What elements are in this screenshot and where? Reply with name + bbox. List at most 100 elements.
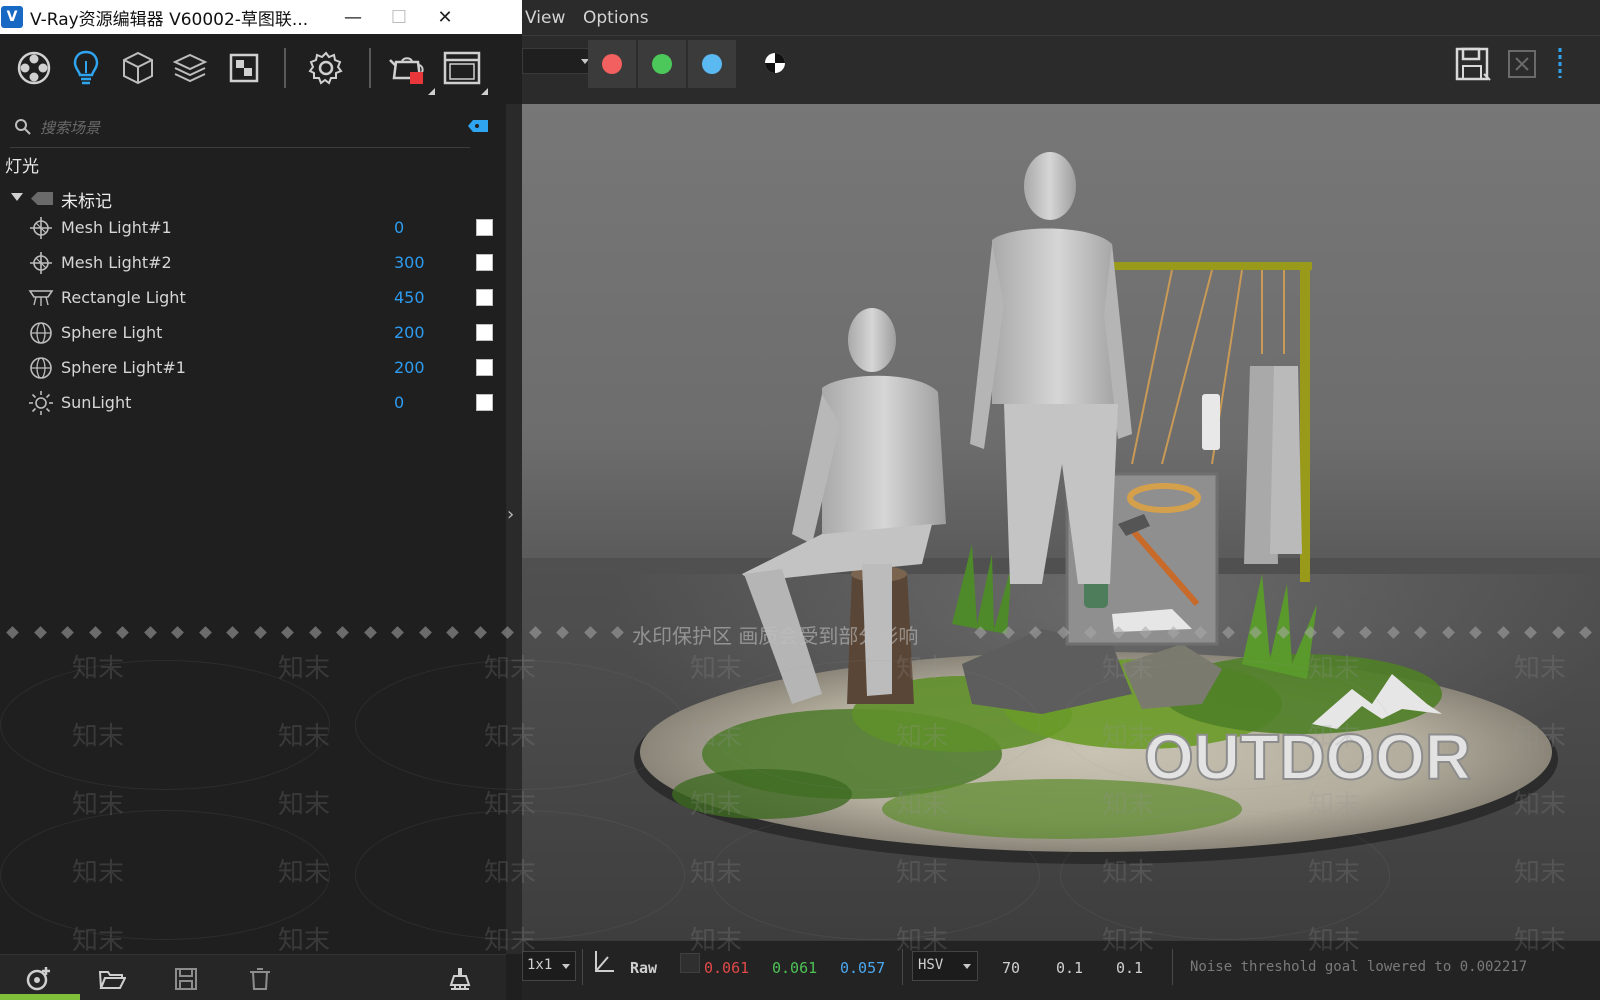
chevron-down-icon bbox=[963, 964, 971, 969]
saturation-value: 0.1 bbox=[1056, 959, 1084, 977]
light-intensity-value[interactable]: 0 bbox=[394, 393, 404, 412]
vfb-menu-bar: View Options bbox=[522, 0, 1600, 36]
search-divider bbox=[10, 147, 470, 148]
red-value: 0.061 bbox=[704, 959, 750, 977]
alpha-channel-icon[interactable] bbox=[764, 52, 786, 74]
open-folder-icon[interactable] bbox=[98, 965, 126, 993]
render-status-message: Noise threshold goal lowered to 0.002217 bbox=[1190, 959, 1528, 975]
dropdown-corner-icon bbox=[481, 88, 488, 95]
scene-search bbox=[0, 106, 506, 148]
delete-icon[interactable] bbox=[246, 965, 274, 993]
taskbar-strip bbox=[0, 994, 80, 1000]
dropdown-corner-icon bbox=[428, 88, 435, 95]
render-interactive-icon[interactable] bbox=[388, 48, 428, 88]
sun-light-icon bbox=[28, 390, 54, 416]
light-enable-checkbox[interactable] bbox=[476, 394, 493, 411]
light-name: SunLight bbox=[61, 393, 132, 412]
light-name: Mesh Light#1 bbox=[61, 218, 172, 237]
collapse-panel-arrow-icon[interactable]: › bbox=[507, 504, 514, 525]
light-enable-checkbox[interactable] bbox=[476, 219, 493, 236]
hue-value: 70 bbox=[1002, 959, 1021, 977]
zoom-value: 1x1 bbox=[527, 957, 553, 973]
asset-toolbar bbox=[0, 34, 522, 104]
chevron-down-icon bbox=[562, 964, 570, 969]
region-render-icon[interactable] bbox=[1556, 46, 1568, 80]
materials-icon[interactable] bbox=[14, 48, 54, 88]
light-list-item[interactable]: SunLight 0 bbox=[0, 386, 506, 420]
green-value: 0.061 bbox=[772, 959, 818, 977]
close-button[interactable]: ✕ bbox=[422, 0, 468, 34]
light-enable-checkbox[interactable] bbox=[476, 324, 493, 341]
vfb-toolbar bbox=[522, 36, 1600, 104]
add-asset-icon[interactable] bbox=[24, 965, 52, 993]
rendered-scene-image: OUTDOOR bbox=[634, 152, 1558, 864]
save-icon[interactable] bbox=[172, 965, 200, 993]
light-name: Sphere Light bbox=[61, 323, 163, 342]
toolbar-separator bbox=[369, 48, 371, 88]
light-enable-checkbox[interactable] bbox=[476, 359, 493, 376]
blue-value: 0.057 bbox=[840, 959, 886, 977]
mesh-light-icon bbox=[28, 250, 54, 276]
blue-channel-icon bbox=[702, 54, 722, 74]
window-title: V-Ray资源编辑器 V60002-草图联... bbox=[30, 9, 309, 30]
cleanup-icon[interactable] bbox=[446, 965, 474, 993]
search-input[interactable] bbox=[40, 115, 460, 141]
expand-arrow-icon[interactable] bbox=[11, 193, 23, 201]
menu-view[interactable]: View bbox=[525, 8, 565, 28]
render-viewport[interactable]: OUTDOOR bbox=[522, 104, 1600, 940]
light-list-item[interactable]: Mesh Light#2 300 bbox=[0, 246, 506, 280]
frame-buffer-panel: View Options OUTDOOR 1x1 Raw 0.061 0.061… bbox=[522, 0, 1600, 1000]
menu-options[interactable]: Options bbox=[583, 8, 649, 28]
color-mode-dropdown[interactable]: HSV bbox=[912, 951, 978, 981]
save-image-icon[interactable] bbox=[1454, 46, 1492, 84]
category-heading: 灯光 bbox=[5, 157, 39, 177]
light-enable-checkbox[interactable] bbox=[476, 254, 493, 271]
pixel-info-icon[interactable] bbox=[592, 949, 616, 975]
light-list-item[interactable]: Rectangle Light 450 bbox=[0, 281, 506, 315]
lights-icon[interactable] bbox=[66, 48, 106, 88]
maximize-button[interactable]: ☐ bbox=[376, 0, 422, 34]
light-intensity-value[interactable]: 300 bbox=[394, 253, 425, 272]
color-mode-value: HSV bbox=[918, 957, 944, 973]
green-channel-icon bbox=[652, 54, 672, 74]
light-intensity-value[interactable]: 0 bbox=[394, 218, 404, 237]
light-name: Rectangle Light bbox=[61, 288, 186, 307]
green-channel-button[interactable] bbox=[638, 40, 686, 88]
asset-editor-panel: V V-Ray资源编辑器 V60002-草图联... — ☐ ✕ 搜索场景 灯光… bbox=[0, 0, 522, 1000]
light-list-item[interactable]: Sphere Light 200 bbox=[0, 316, 506, 350]
value-value: 0.1 bbox=[1116, 959, 1144, 977]
light-list-item[interactable]: Mesh Light#1 0 bbox=[0, 211, 506, 245]
light-name: Mesh Light#2 bbox=[61, 253, 172, 272]
clear-image-icon[interactable] bbox=[1506, 48, 1538, 80]
tag-icon bbox=[31, 192, 53, 205]
filter-tag-icon[interactable] bbox=[468, 119, 488, 133]
title-bar: V V-Ray资源编辑器 V60002-草图联... — ☐ ✕ bbox=[0, 0, 522, 34]
panel-divider[interactable] bbox=[506, 104, 522, 954]
zoom-dropdown[interactable]: 1x1 bbox=[522, 951, 576, 981]
render-elements-icon[interactable] bbox=[170, 48, 210, 88]
red-channel-button[interactable] bbox=[588, 40, 636, 88]
color-space-label: Raw bbox=[630, 959, 658, 977]
settings-icon[interactable] bbox=[306, 48, 346, 88]
frame-buffer-icon[interactable] bbox=[442, 48, 482, 88]
sphere-light-icon bbox=[28, 355, 54, 381]
geometry-icon[interactable] bbox=[118, 48, 158, 88]
minimize-button[interactable]: — bbox=[330, 0, 376, 34]
light-intensity-value[interactable]: 450 bbox=[394, 288, 425, 307]
textures-icon[interactable] bbox=[224, 48, 264, 88]
light-intensity-value[interactable]: 200 bbox=[394, 358, 425, 377]
toolbar-separator bbox=[284, 48, 286, 88]
rectangle-light-icon bbox=[28, 285, 54, 311]
sphere-light-icon bbox=[28, 320, 54, 346]
light-list-item[interactable]: Sphere Light#1 200 bbox=[0, 351, 506, 385]
mesh-light-icon bbox=[28, 215, 54, 241]
tag-group-row[interactable]: 未标记 bbox=[0, 184, 506, 214]
vfb-status-bar: 1x1 Raw 0.061 0.061 0.057 HSV 70 0.1 0.1… bbox=[522, 940, 1600, 1000]
light-intensity-value[interactable]: 200 bbox=[394, 323, 425, 342]
channel-dropdown[interactable] bbox=[522, 48, 596, 74]
light-name: Sphere Light#1 bbox=[61, 358, 186, 377]
light-enable-checkbox[interactable] bbox=[476, 289, 493, 306]
outdoor-sign-text: OUTDOOR bbox=[1144, 721, 1471, 793]
blue-channel-button[interactable] bbox=[688, 40, 736, 88]
red-channel-icon bbox=[602, 54, 622, 74]
